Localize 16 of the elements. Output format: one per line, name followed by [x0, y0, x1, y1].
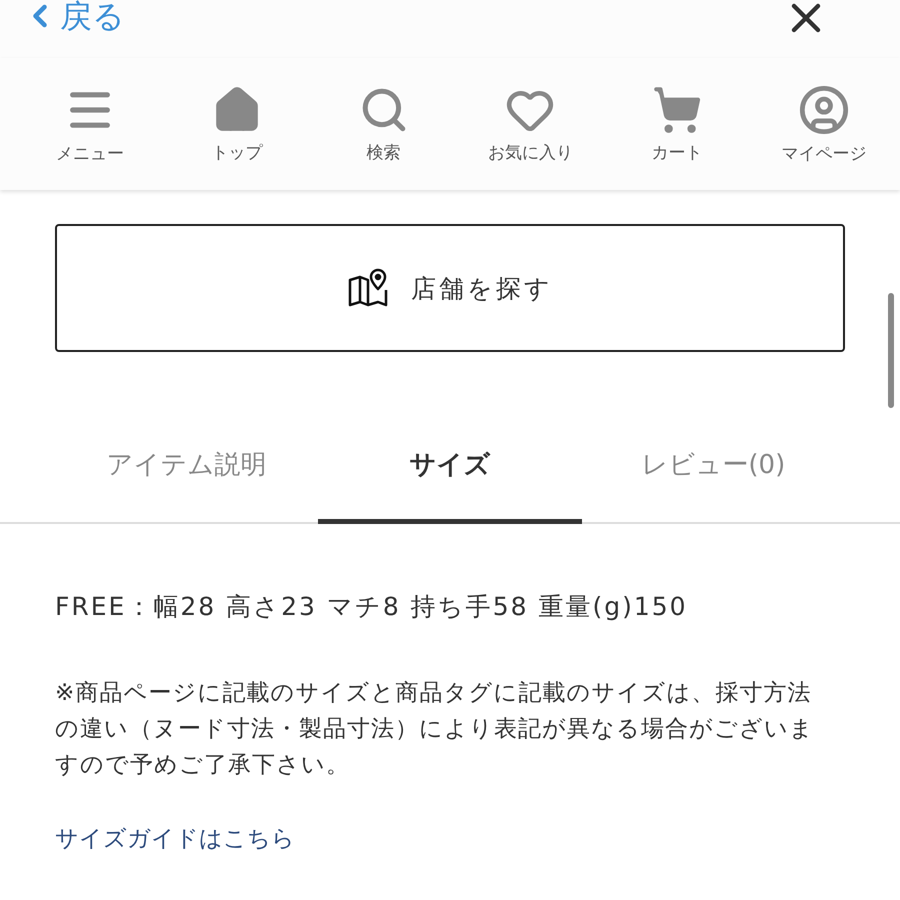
nav-item[interactable]: マイページ: [764, 58, 884, 190]
cart-icon: [652, 84, 702, 134]
size-guide-link[interactable]: サイズガイドはこちら: [55, 823, 295, 854]
nav-item[interactable]: 検索: [324, 58, 444, 190]
size-spec: FREE：幅28 高さ23 マチ8 持ち手58 重量(g)150: [55, 591, 689, 623]
tab[interactable]: サイズ: [318, 430, 582, 524]
find-store-button[interactable]: 店舗を探す: [55, 224, 845, 352]
nav-item[interactable]: お気に入り: [470, 58, 590, 190]
nav-item[interactable]: トップ: [176, 58, 297, 190]
tab[interactable]: アイテム説明: [55, 430, 318, 524]
map-pin-icon: [347, 268, 389, 308]
size-note: ※商品ページに記載のサイズと商品タグに記載のサイズは、採寸方法の違い（ヌード寸法・製品寸法）により表記が異なる場合がございますので予めご了承下さい。: [55, 679, 815, 780]
nav-item[interactable]: メニュー: [30, 58, 150, 190]
user-icon: [798, 84, 850, 136]
nav-item[interactable]: カート: [617, 58, 738, 190]
tab[interactable]: レビュー(0): [582, 430, 845, 524]
